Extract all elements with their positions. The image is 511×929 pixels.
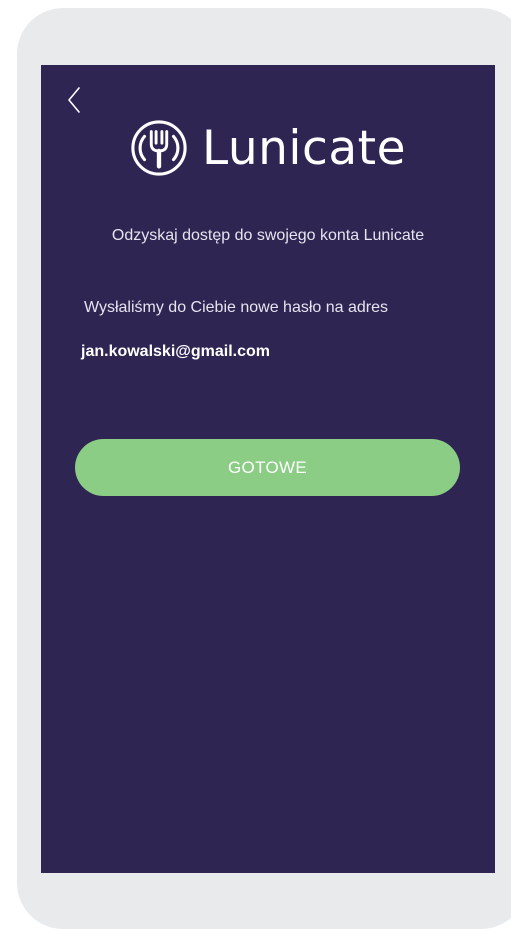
done-button[interactable]: GOTOWE: [75, 439, 460, 496]
email-address: jan.kowalski@gmail.com: [81, 343, 270, 360]
info-message: Wysłaliśmy do Ciebie nowe hasło na adres: [84, 299, 388, 316]
fork-plate-icon: [131, 120, 187, 176]
page-subtitle: Odzyskaj dostęp do swojego konta Lunicat…: [111, 227, 425, 244]
chevron-left-icon: [68, 87, 80, 113]
recovery-screen: Lunicate Odzyskaj dostęp do swojego kont…: [41, 65, 495, 873]
brand-logo: Lunicate: [41, 117, 495, 179]
brand-name: Lunicate: [202, 120, 406, 176]
back-button[interactable]: [63, 85, 85, 115]
